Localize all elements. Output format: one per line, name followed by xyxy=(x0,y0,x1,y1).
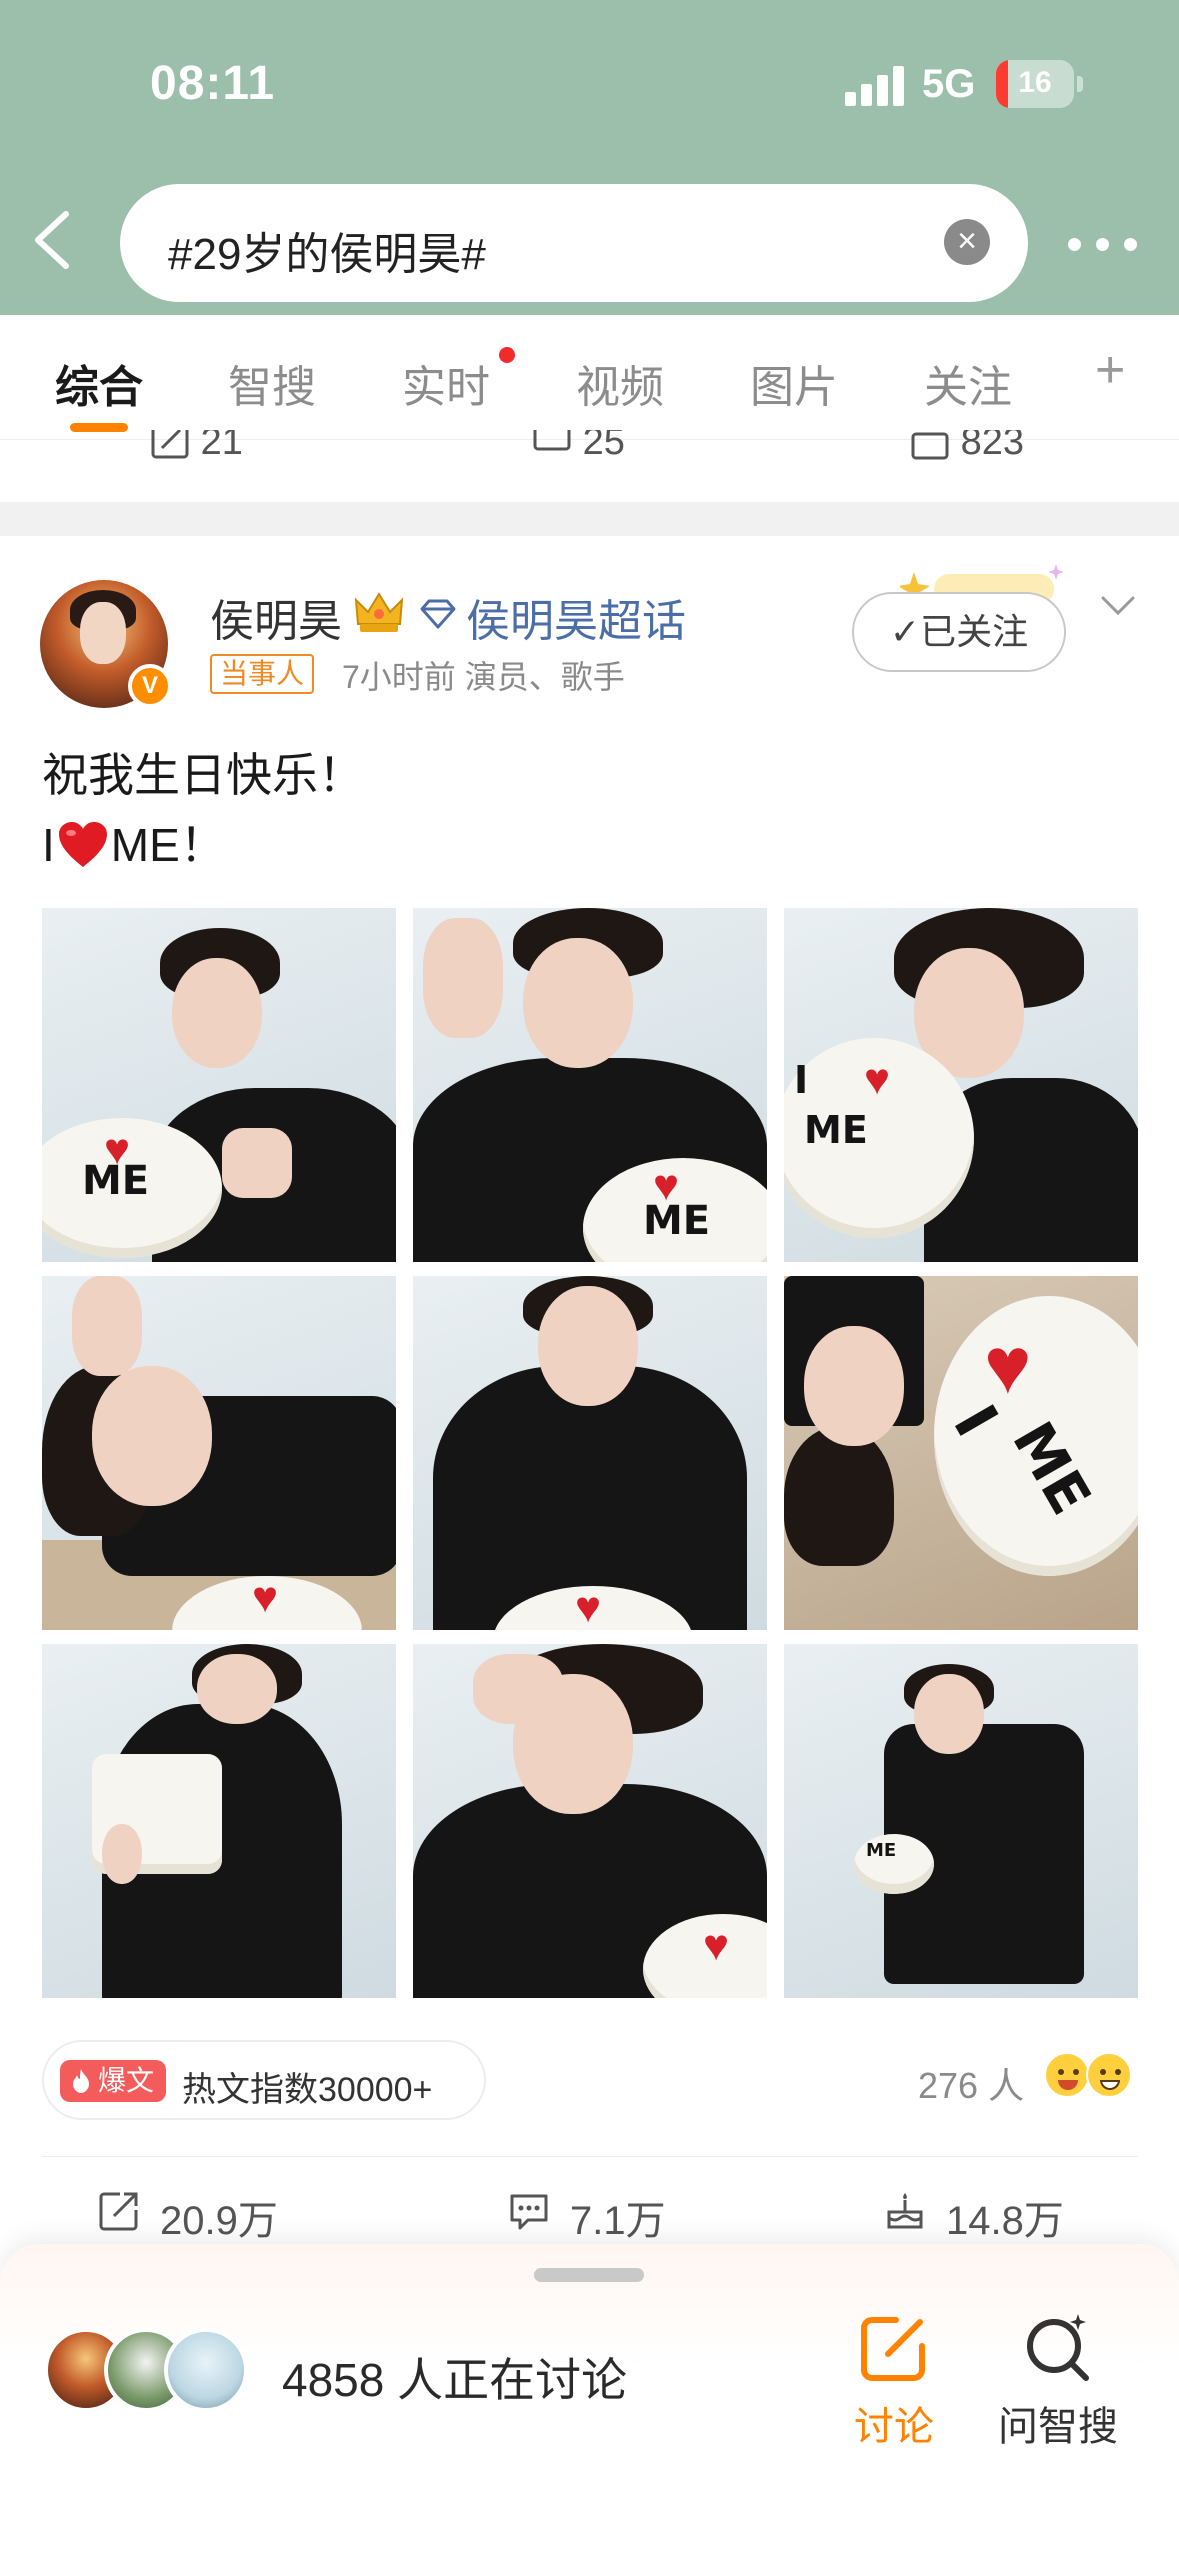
follow-label: 已关注 xyxy=(920,611,1029,652)
prev-comment-count: 25 xyxy=(582,430,625,463)
battery-level: 16 xyxy=(1018,66,1052,99)
photo-1[interactable]: ♥ ME xyxy=(42,908,396,1262)
like-count: 14.8万 xyxy=(946,2199,1064,2243)
super-topic-diamond-icon xyxy=(420,599,456,629)
post-body: 祝我生日快乐！ I ME！ xyxy=(42,740,364,880)
flame-icon xyxy=(73,2069,89,2093)
hot-index-text: 热文指数30000+ xyxy=(182,2071,433,2109)
prev-post-actions: 21 25 823 xyxy=(0,430,1179,470)
battery-icon: 16 xyxy=(996,60,1074,108)
ask-smart-search-button[interactable]: 问智搜 xyxy=(988,2310,1128,2460)
super-topic-link[interactable]: 侯明昊超话 xyxy=(466,585,686,649)
role-badge: 当事人 xyxy=(210,654,315,694)
ask-label: 问智搜 xyxy=(998,2405,1118,2449)
photo-5[interactable]: ♥ xyxy=(413,1276,767,1630)
network-type: 5G xyxy=(922,62,976,106)
grin-emoji-icon xyxy=(1086,2052,1132,2098)
follow-button[interactable]: ✓已关注 xyxy=(852,592,1066,672)
edit-discuss-icon xyxy=(861,2317,925,2381)
red-heart-icon xyxy=(58,822,107,867)
sheet-drag-handle[interactable] xyxy=(534,2268,644,2282)
tab-video[interactable]: 视频 xyxy=(576,351,664,415)
photo-3[interactable]: ♥ I ME xyxy=(784,908,1138,1262)
tab-general[interactable]: 综合 xyxy=(55,351,143,415)
discussion-sheet: 4858 人正在讨论 讨论 问智搜 xyxy=(0,2244,1179,2556)
photo-7[interactable] xyxy=(42,1644,396,1998)
signal-icon xyxy=(845,64,905,106)
cake-like-icon xyxy=(887,2193,923,2229)
search-input[interactable]: #29岁的侯明昊# × xyxy=(120,184,1028,302)
feed-separator xyxy=(0,502,1179,536)
header: 08:11 5G 16 #29岁的侯明昊# × xyxy=(0,0,1179,315)
kiss-emoji-icon xyxy=(1044,2052,1090,2098)
post-text-line-2: I ME！ xyxy=(42,819,226,871)
discuss-label: 讨论 xyxy=(854,2405,934,2449)
clear-search-button[interactable]: × xyxy=(944,219,990,265)
tab-smart-search[interactable]: 智搜 xyxy=(228,351,316,415)
tab-following[interactable]: 关注 xyxy=(924,351,1012,415)
author-name[interactable]: 侯明昊 xyxy=(210,585,342,649)
status-time: 08:11 xyxy=(150,57,276,110)
more-options-icon[interactable] xyxy=(1068,238,1138,252)
tab-realtime[interactable]: 实时 xyxy=(402,351,490,415)
search-query: #29岁的侯明昊# xyxy=(168,230,486,279)
prev-repost-button[interactable]: 21 xyxy=(150,430,243,464)
post-meta: 7小时前 演员、歌手 xyxy=(342,659,625,695)
battery-tip xyxy=(1077,76,1083,92)
chevron-down-icon[interactable] xyxy=(1100,594,1136,618)
photo-8[interactable]: ♥ xyxy=(413,1644,767,1998)
comment-button[interactable]: 7.1万 xyxy=(508,2186,708,2243)
prev-like-count: 823 xyxy=(960,430,1024,463)
reactions-count: 276 人 xyxy=(918,2065,1025,2106)
photo-6[interactable]: ♥ I ME xyxy=(784,1276,1138,1630)
hot-post-label[interactable]: 爆文 热文指数30000+ xyxy=(42,2040,486,2120)
repost-icon xyxy=(99,2192,138,2231)
photo-2[interactable]: ♥ ME xyxy=(413,908,767,1262)
repost-button[interactable]: 20.9万 xyxy=(98,2186,318,2243)
like-button[interactable]: 14.8万 xyxy=(884,2186,1104,2243)
hot-tag: 爆文 xyxy=(60,2060,166,2102)
divider xyxy=(42,2156,1138,2157)
prev-like-button[interactable]: 823 xyxy=(910,430,1024,464)
discussion-count: 4858 人正在讨论 xyxy=(282,2354,628,2406)
verified-badge-icon: V xyxy=(128,664,172,708)
prev-repost-count: 21 xyxy=(200,430,243,463)
tab-images[interactable]: 图片 xyxy=(750,351,838,415)
post-text-line-1: 祝我生日快乐！ xyxy=(42,749,364,801)
add-tab-icon[interactable]: + xyxy=(1095,340,1125,400)
tab-bar: 综合 智搜 实时 视频 图片 关注 xyxy=(0,315,1179,440)
back-arrow-icon[interactable] xyxy=(30,210,76,270)
comment-count: 7.1万 xyxy=(570,2199,666,2243)
photo-9[interactable]: ME xyxy=(784,1644,1138,1998)
discuss-button[interactable]: 讨论 xyxy=(824,2310,964,2460)
photo-4[interactable]: ♥ xyxy=(42,1276,396,1630)
crown-badge-icon xyxy=(354,592,404,632)
comment-icon xyxy=(510,2194,548,2230)
photo-grid: ♥ ME ♥ ME ♥ I ME ♥ ♥ ♥ I ME ♥ ME xyxy=(42,908,1138,2000)
repost-count: 20.9万 xyxy=(160,2199,278,2243)
new-content-dot xyxy=(499,347,515,363)
participant-avatar-3 xyxy=(164,2328,248,2412)
smart-search-icon xyxy=(1027,2314,1089,2381)
prev-comment-button[interactable]: 25 xyxy=(532,430,625,464)
